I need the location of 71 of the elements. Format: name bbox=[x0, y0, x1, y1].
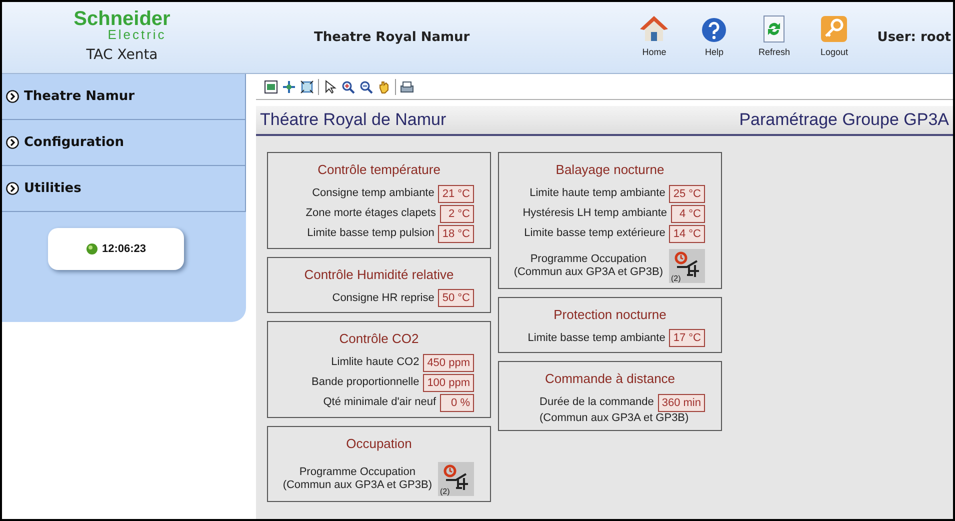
parameter-note: (Commun aux GP3A et GP3B) bbox=[540, 412, 689, 424]
brand-logo-subtext: Electric bbox=[106, 28, 166, 40]
parameter-value[interactable]: 450 ppm bbox=[423, 354, 474, 372]
zoom-in-icon[interactable] bbox=[341, 80, 355, 94]
nav-button[interactable]: Help bbox=[691, 17, 738, 60]
panel-title: Protection nocturne bbox=[552, 306, 668, 324]
sidebar-item[interactable]: Configuration bbox=[2, 120, 246, 166]
parameter-value[interactable]: 2 °C bbox=[440, 204, 474, 222]
nav-button[interactable]: Refresh bbox=[751, 15, 798, 60]
parameter-value[interactable]: 25 °C bbox=[669, 184, 705, 202]
parameter-label: Durée de la commande bbox=[540, 395, 654, 410]
parameter-label: Zone morte étages clapets bbox=[306, 206, 436, 222]
house-icon bbox=[639, 15, 670, 44]
parameter-label: Limite haute temp ambiante bbox=[530, 186, 666, 202]
image-icon[interactable] bbox=[264, 80, 278, 94]
parameter-label: Bande proportionnelle bbox=[312, 375, 420, 390]
parameter-label: Consigne temp ambiante bbox=[312, 186, 434, 202]
parameter-value[interactable]: 14 °C bbox=[669, 224, 705, 242]
help-icon bbox=[701, 17, 728, 44]
panel-title: Contrôle CO2 bbox=[338, 330, 420, 348]
print-icon[interactable] bbox=[400, 80, 414, 94]
parameter-label: Limite basse temp pulsion bbox=[307, 226, 434, 242]
panel-title: Occupation bbox=[345, 434, 413, 453]
user-label: User: root bbox=[877, 28, 951, 47]
brand-logo-text: Schneider bbox=[74, 10, 170, 28]
program-count: (2) bbox=[671, 274, 681, 282]
clock-time: 12:06:23 bbox=[102, 242, 146, 257]
parameter-value[interactable]: 50 °C bbox=[438, 289, 474, 307]
program-label: Programme Occupation bbox=[530, 252, 646, 266]
parameter-label: Hystéresis LH temp ambiante bbox=[522, 206, 667, 222]
nav-button[interactable]: Logout bbox=[811, 15, 858, 60]
page-subtitle: Paramétrage Groupe GP3A bbox=[739, 109, 949, 132]
hand-icon[interactable] bbox=[377, 80, 391, 94]
parameter-value[interactable]: 100 ppm bbox=[423, 374, 474, 392]
product-name: TAC Xenta bbox=[86, 46, 158, 64]
key-icon bbox=[820, 15, 848, 44]
panel-title: Contrôle température bbox=[316, 161, 442, 179]
schedule-program-button[interactable]: (2) bbox=[669, 248, 705, 282]
parameter-value[interactable]: 17 °C bbox=[669, 329, 705, 347]
parameter-label: Limlite haute CO2 bbox=[331, 355, 420, 370]
parameter-value[interactable]: 0 % bbox=[440, 394, 474, 412]
cursor-icon[interactable] bbox=[323, 80, 337, 94]
chevron-icon bbox=[6, 90, 19, 103]
parameter-value[interactable]: 4 °C bbox=[671, 204, 705, 222]
status-dot-icon bbox=[86, 243, 98, 255]
program-note: (Commun aux GP3A et GP3B) bbox=[282, 479, 432, 492]
parameter-value[interactable]: 360 min bbox=[658, 394, 705, 412]
program-count: (2) bbox=[440, 488, 450, 496]
page-title: Théatre Royal de Namur bbox=[260, 109, 446, 132]
parameter-value[interactable]: 21 °C bbox=[438, 184, 474, 202]
parameter-value[interactable]: 18 °C bbox=[438, 224, 474, 242]
chevron-icon bbox=[6, 182, 19, 195]
program-note: (Commun aux GP3A et GP3B) bbox=[514, 266, 663, 278]
parameter-label: Limite basse temp ambiante bbox=[528, 330, 666, 346]
site-name: Theatre Royal Namur bbox=[314, 28, 470, 47]
nav-button[interactable]: Home bbox=[631, 15, 678, 60]
parameter-label: Consigne HR reprise bbox=[332, 290, 434, 306]
sidebar-item[interactable]: Theatre Namur bbox=[2, 74, 246, 120]
zoom-out-icon[interactable] bbox=[359, 80, 373, 94]
panel-title: Commande à distance bbox=[544, 370, 676, 388]
move-icon[interactable] bbox=[282, 80, 296, 94]
parameter-label: Qté minimale d'air neuf bbox=[323, 395, 436, 410]
panel-title: Balayage nocturne bbox=[554, 161, 666, 179]
chevron-icon bbox=[6, 136, 19, 149]
parameter-label: Limite basse temp extérieure bbox=[524, 226, 666, 242]
panel-title: Contrôle Humidité relative bbox=[303, 266, 455, 284]
schedule-program-button[interactable]: (2) bbox=[438, 462, 474, 496]
sidebar-item[interactable]: Utilities bbox=[2, 166, 246, 212]
refresh-icon bbox=[763, 15, 786, 44]
fit-icon[interactable] bbox=[300, 80, 314, 94]
program-label: Programme Occupation bbox=[299, 466, 416, 479]
